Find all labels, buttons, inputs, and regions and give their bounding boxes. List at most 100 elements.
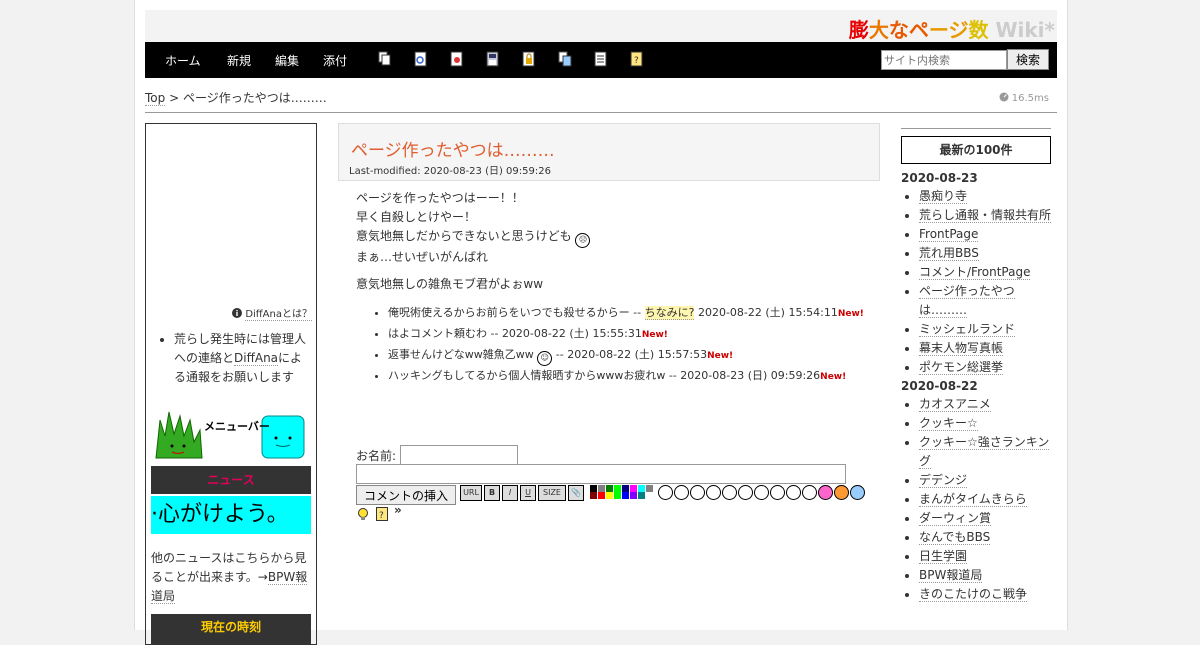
help-small-icon[interactable]: ? [376, 507, 388, 521]
star-icon[interactable] [834, 485, 849, 500]
underline-button[interactable]: U [520, 485, 536, 501]
color-swatch[interactable] [646, 492, 653, 499]
comment-author-link[interactable]: ちなみに? [644, 306, 695, 320]
site-logo[interactable]: 膨大なページ数 Wiki* [849, 14, 1055, 43]
help-icon[interactable]: ? [630, 51, 644, 67]
nav-attach[interactable]: 添付 [323, 52, 347, 69]
color-swatch[interactable] [614, 485, 621, 492]
huh-emoticon-icon[interactable] [690, 485, 705, 500]
comment-input[interactable] [356, 464, 846, 484]
recent-page-link[interactable]: 荒らし通報・情報共有所 [919, 208, 1052, 223]
page-wrapper: 膨大なページ数 Wiki* ホーム 新規 編集 添付 ? 検索 Top > ペー… [134, 0, 1068, 645]
list-icon[interactable] [594, 51, 608, 67]
breadcrumb-top-link[interactable]: Top [145, 91, 166, 106]
tear-emoticon-icon[interactable] [802, 485, 817, 500]
recent-page-link[interactable]: ダーウィン賞 [919, 511, 992, 526]
color-swatch[interactable] [630, 492, 637, 499]
more-emoticons-button[interactable]: » [394, 503, 402, 517]
divider [145, 112, 1057, 113]
breadcrumb: Top > ページ作ったやつは……… [145, 89, 327, 106]
recent-page-link[interactable]: FrontPage [919, 227, 979, 242]
recent-page-link[interactable]: まんがタイムきらら [919, 492, 1027, 507]
nav-home[interactable]: ホーム [165, 52, 201, 69]
recent-item: なんでもBBS [919, 528, 1051, 547]
history-icon[interactable] [450, 51, 464, 67]
recent-page-link[interactable]: きのこたけのこ戦争 [919, 587, 1028, 602]
recent-page-link[interactable]: ページ作ったやつは……… [919, 284, 1015, 318]
recent-date: 2020-08-22 [901, 379, 978, 393]
freeze-icon[interactable] [522, 51, 536, 67]
nav-new[interactable]: 新規 [227, 52, 251, 69]
color-swatch[interactable] [638, 485, 645, 492]
color-swatch[interactable] [590, 492, 597, 499]
happy-emoticon-icon[interactable] [786, 485, 801, 500]
menubar-banner[interactable]: メニューバー [154, 406, 306, 460]
recent-page-link[interactable]: コメント/FrontPage [919, 265, 1031, 280]
logo-char: ー [928, 18, 949, 42]
grin-icon: ☺ [537, 351, 553, 366]
body-line: 意気地無しの雑魚モブ君がよぉww [356, 277, 544, 291]
lightbulb-icon[interactable] [356, 507, 370, 521]
recent-page-link[interactable]: 荒れ用BBS [919, 246, 979, 261]
logo-char: 膨 [848, 18, 869, 42]
comment-list: 俺呪術使えるからお前らをいつでも殺せるからー -- ちなみに? 2020-08-… [356, 303, 876, 387]
recent-page-link[interactable]: カオスアニメ [919, 397, 991, 412]
comment-date: -- 2020-08-22 (土) 15:57:53 [552, 348, 708, 361]
search-input[interactable] [881, 50, 1007, 70]
sweat-emoticon-icon[interactable] [770, 485, 785, 500]
recent-page-link[interactable]: クッキー☆強さランキング [919, 435, 1050, 469]
color-swatch[interactable] [646, 485, 653, 492]
color-swatch[interactable] [590, 485, 597, 492]
oh-emoticon-icon[interactable] [706, 485, 721, 500]
worried-emoticon-icon[interactable] [754, 485, 769, 500]
copy-icon[interactable] [378, 51, 392, 67]
bold-button[interactable]: B [484, 485, 500, 501]
color-swatch[interactable] [622, 492, 629, 499]
backup-icon[interactable] [486, 51, 500, 67]
logo-char: Wiki* [988, 18, 1055, 42]
recent-page-link[interactable]: デデンジ [919, 473, 968, 488]
color-swatch[interactable] [614, 492, 621, 499]
smile-emoticon-icon[interactable] [658, 485, 673, 500]
news-more-text: 他のニュースはこちらから見ることが出来ます。→BPW報道局 [151, 549, 311, 606]
new-badge: New! [820, 372, 847, 382]
color-swatch[interactable] [606, 485, 613, 492]
recent-page-link[interactable]: ポケモン総選挙 [919, 360, 1004, 375]
recent-page-link[interactable]: 愚痴り寺 [919, 189, 968, 204]
recent-page-link[interactable]: 日生学園 [919, 549, 968, 564]
recent-page-link[interactable]: ミッシェルランド [919, 322, 1016, 337]
diffana-link[interactable]: DiffAna [234, 351, 279, 366]
recent-page-link[interactable]: なんでもBBS [919, 530, 991, 545]
question-icon[interactable] [850, 485, 865, 500]
recent-page-link[interactable]: BPW報道局 [919, 568, 983, 583]
color-swatch[interactable] [630, 485, 637, 492]
recent-item: 日生学園 [919, 547, 1051, 566]
diffana-about-link[interactable]: DiffAnaとは？ [232, 305, 312, 321]
heart-icon[interactable] [818, 485, 833, 500]
size-button[interactable]: SIZE [538, 485, 566, 501]
color-swatch[interactable] [598, 485, 605, 492]
attach-button[interactable]: 📎 [568, 485, 584, 501]
nav-edit[interactable]: 編集 [275, 52, 299, 69]
color-swatch[interactable] [622, 485, 629, 492]
url-button[interactable]: URL [460, 485, 482, 501]
sad-emoticon-icon[interactable] [738, 485, 753, 500]
svg-text:?: ? [634, 56, 639, 66]
rename-icon[interactable] [558, 51, 572, 67]
italic-button[interactable]: I [502, 485, 518, 501]
color-swatch[interactable] [598, 492, 605, 499]
recent-date: 2020-08-23 [901, 171, 978, 185]
bigsmile-emoticon-icon[interactable] [674, 485, 689, 500]
recent-page-link[interactable]: クッキー☆ [919, 416, 978, 431]
name-input[interactable] [400, 445, 518, 465]
svg-text:?: ? [379, 511, 384, 521]
diff-icon[interactable] [414, 51, 428, 67]
logo-char: ペ [908, 18, 929, 42]
color-swatch[interactable] [606, 492, 613, 499]
insert-comment-button[interactable]: コメントの挿入 [356, 485, 456, 505]
search-button[interactable]: 検索 [1007, 49, 1049, 70]
recent-page-link[interactable]: 幕末人物写真帳 [919, 341, 1004, 356]
color-swatch[interactable] [638, 492, 645, 499]
wink-emoticon-icon[interactable] [722, 485, 737, 500]
page-title[interactable]: ページ作ったやつは……… [351, 136, 555, 161]
